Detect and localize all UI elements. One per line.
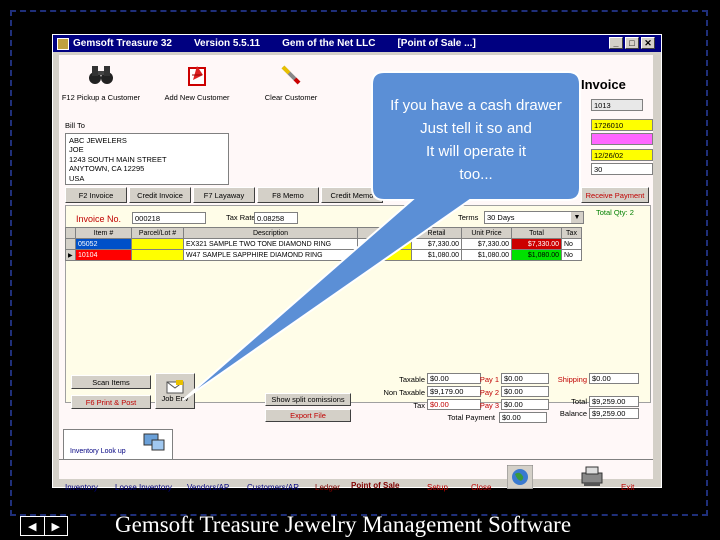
slide-footer: ◀ ▶ Gemsoft Treasure Jewelry Management … bbox=[0, 506, 720, 540]
arrow-left-icon[interactable]: ◀ bbox=[21, 517, 45, 535]
arrow-right-icon[interactable]: ▶ bbox=[45, 517, 68, 535]
slide-navigation: ◀ ▶ bbox=[20, 516, 68, 536]
callout-line-4: too... bbox=[459, 166, 492, 183]
footer-caption: Gemsoft Treasure Jewelry Management Soft… bbox=[115, 512, 572, 537]
callout-line-2: Just tell it so and bbox=[420, 120, 532, 137]
callout-line-3: It will operate it bbox=[426, 143, 527, 160]
callout-line-1: If you have a cash drawer bbox=[390, 97, 562, 114]
callout-balloon: If you have a cash drawer Just tell it s… bbox=[182, 71, 581, 401]
